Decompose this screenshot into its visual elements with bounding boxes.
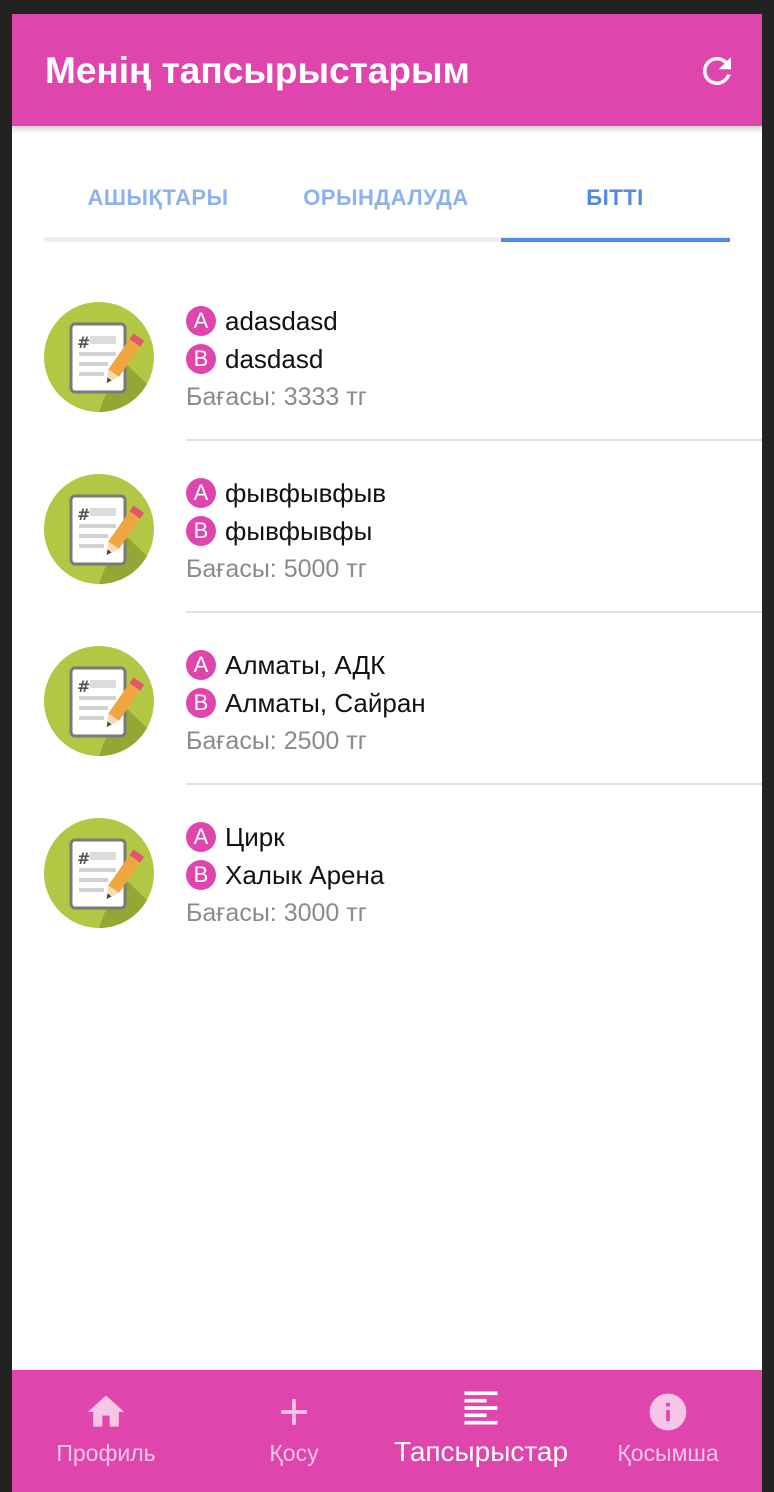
order-price: Бағасы: 2500 тг <box>186 726 367 755</box>
pickup-row: A adasdasd <box>186 302 746 340</box>
notepad-pencil-icon: # <box>44 646 154 757</box>
bottom-navigation: Профиль Қосу Тапсырыстар Қосымша <box>12 1370 762 1492</box>
order-price: Бағасы: 3333 тг <box>186 382 367 411</box>
nav-label-extra: Қосымша <box>617 1440 719 1466</box>
pickup-address: adasdasd <box>225 305 338 336</box>
dropoff-address: фывфывфы <box>225 515 373 546</box>
dropoff-row: B Халык Арена <box>186 856 746 894</box>
dropoff-address: Алматы, Сайран <box>225 687 426 718</box>
home-icon <box>84 1390 128 1434</box>
order-price: Бағасы: 3000 тг <box>186 898 367 927</box>
tab-open[interactable]: АШЫҚТАРЫ <box>44 164 272 237</box>
notepad-pencil-icon: # <box>44 474 154 585</box>
list-icon <box>459 1386 503 1430</box>
dropoff-address: Халык Арена <box>225 859 385 890</box>
page-title: Менің тапсырыстарым <box>45 50 470 91</box>
pickup-address: Цирк <box>225 821 285 852</box>
dropoff-row: B фывфывфы <box>186 512 746 550</box>
order-details: A фывфывфыв B фывфывфы Бағасы: 5000 тг <box>186 474 746 588</box>
tab-in-progress[interactable]: ОРЫНДАЛУДА <box>272 164 500 237</box>
refresh-icon[interactable] <box>696 50 738 92</box>
order-status-tabs: АШЫҚТАРЫ ОРЫНДАЛУДА БІТТІ <box>44 164 730 242</box>
pickup-row: A Цирк <box>186 818 746 856</box>
svg-text:#: # <box>77 505 90 524</box>
dropoff-row: B Алматы, Сайран <box>186 684 746 722</box>
point-b-badge: B <box>186 860 216 890</box>
list-divider <box>186 439 762 441</box>
order-price: Бағасы: 5000 тг <box>186 554 367 583</box>
point-a-badge: A <box>186 650 216 680</box>
pickup-address: Алматы, АДК <box>225 649 386 680</box>
notepad-pencil-icon: # <box>44 302 154 413</box>
point-a-badge: A <box>186 478 216 508</box>
nav-item-orders[interactable]: Тапсырыстар <box>378 1370 584 1492</box>
svg-text:#: # <box>77 677 90 696</box>
info-icon <box>646 1390 690 1434</box>
nav-label-profile: Профиль <box>56 1440 156 1466</box>
order-list-item[interactable]: # A фывфывфыв B фывфывфы Бағасы: 5000 тг <box>12 474 762 646</box>
order-details: A adasdasd B dasdasd Бағасы: 3333 тг <box>186 302 746 416</box>
order-list-item[interactable]: # A Алматы, АДК B Алматы, Сайран Бағасы:… <box>12 646 762 818</box>
order-details: A Цирк B Халык Арена Бағасы: 3000 тг <box>186 818 746 932</box>
pickup-row: A Алматы, АДК <box>186 646 746 684</box>
nav-label-add: Қосу <box>269 1440 319 1466</box>
active-tab-indicator <box>501 238 730 242</box>
order-details: A Алматы, АДК B Алматы, Сайран Бағасы: 2… <box>186 646 746 760</box>
pickup-address: фывфывфыв <box>225 477 387 508</box>
svg-text:#: # <box>77 333 90 352</box>
phone-screen: Менің тапсырыстарым АШЫҚТАРЫ ОРЫНДАЛУДА … <box>12 14 762 1492</box>
pickup-row: A фывфывфыв <box>186 474 746 512</box>
tab-completed[interactable]: БІТТІ <box>501 164 729 237</box>
nav-item-profile[interactable]: Профиль <box>12 1370 200 1492</box>
order-list-item[interactable]: # A Цирк B Халык Арена Бағасы: 3000 тг <box>12 818 762 990</box>
list-divider <box>186 783 762 785</box>
list-divider <box>186 611 762 613</box>
point-b-badge: B <box>186 516 216 546</box>
plus-icon <box>272 1390 316 1434</box>
nav-label-orders: Тапсырыстар <box>393 1436 569 1467</box>
point-a-badge: A <box>186 306 216 336</box>
svg-text:#: # <box>77 849 90 868</box>
order-list-item[interactable]: # A adasdasd B dasdasd Бағасы: 3333 тг <box>12 302 762 474</box>
notepad-pencil-icon: # <box>44 818 154 929</box>
point-b-badge: B <box>186 344 216 374</box>
nav-item-add[interactable]: Қосу <box>200 1370 388 1492</box>
dropoff-row: B dasdasd <box>186 340 746 378</box>
dropoff-address: dasdasd <box>225 343 324 374</box>
nav-item-extra[interactable]: Қосымша <box>574 1370 762 1492</box>
point-a-badge: A <box>186 822 216 852</box>
point-b-badge: B <box>186 688 216 718</box>
app-bar: Менің тапсырыстарым <box>12 14 762 126</box>
